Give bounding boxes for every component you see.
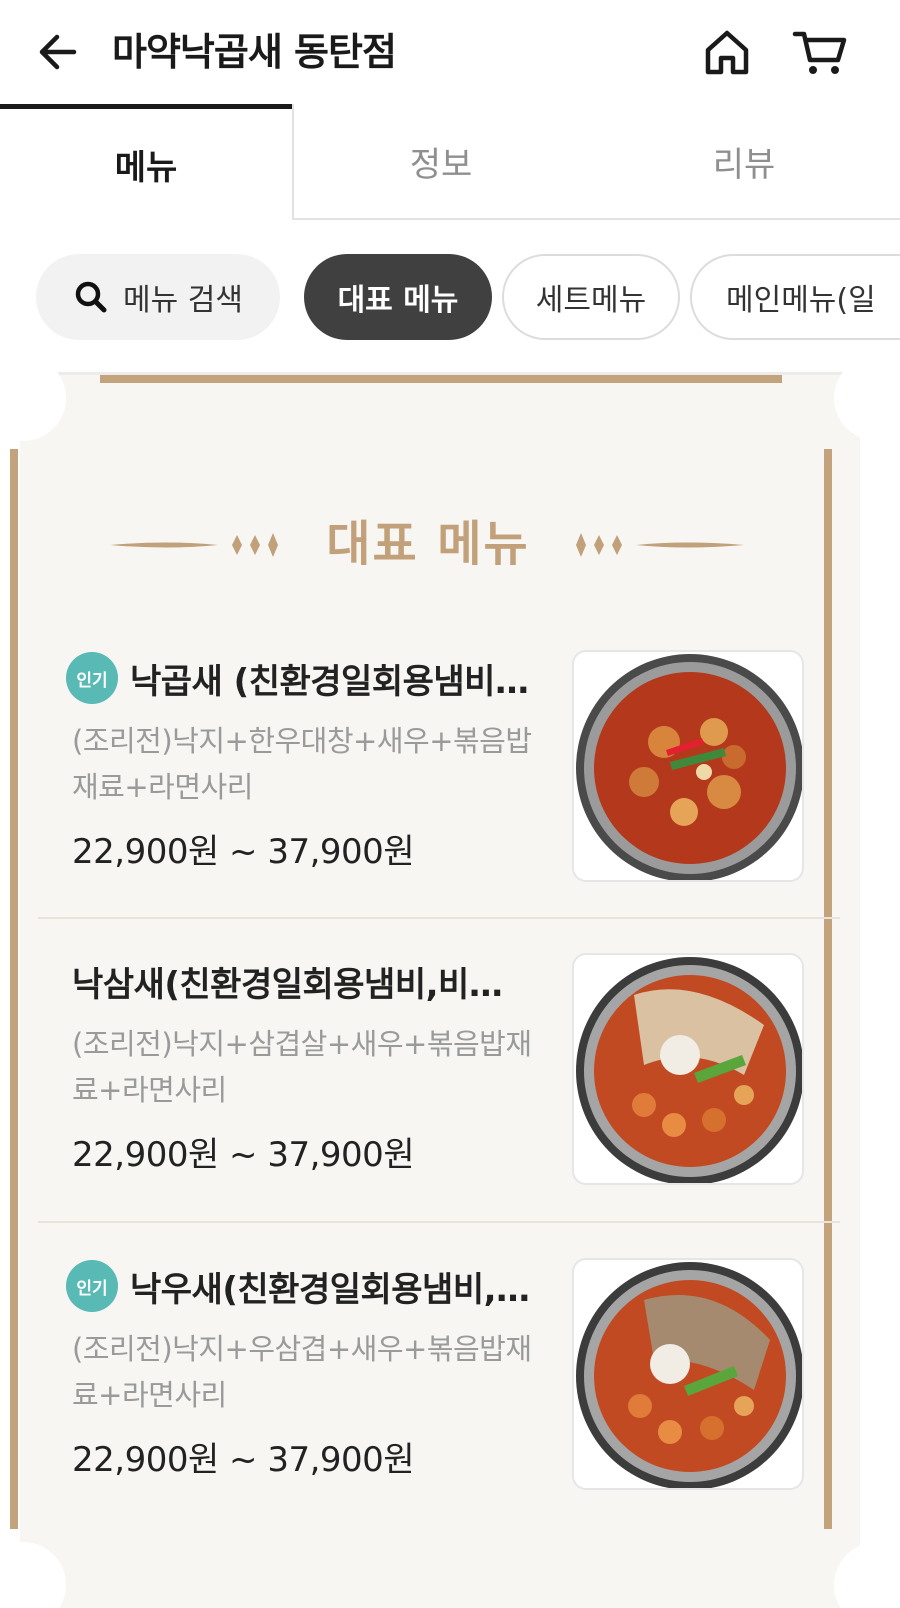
section-title: 대표 메뉴 [326,516,530,572]
dish-photo-icon [576,957,802,1183]
dish-photo-icon [576,1262,802,1488]
menu-item-name: 낙삼새(친환경일회용냄비,비… [72,964,503,1005]
menu-item-name-row: 낙삼새(친환경일회용냄비,비… [66,953,566,1009]
chip-signature-menu[interactable]: 대표 메뉴 [304,254,492,340]
menu-item[interactable]: 인기 낙곱새 (친환경일회용냄비… (조리전)낙지+한우대창+새우+볶음밥재료+… [38,650,840,954]
home-icon [705,30,749,75]
chip-set-menu[interactable]: 세트메뉴 [502,254,680,340]
menu-item-description: (조리전)낙지+한우대창+새우+볶음밥재료+라면사리 [72,724,532,804]
back-button[interactable] [30,24,90,84]
arrow-left-icon [39,34,77,70]
chip-main-menu[interactable]: 메인메뉴(일 [690,254,900,340]
search-icon [73,279,109,315]
home-button[interactable] [700,26,754,80]
ornament-left-icon [110,533,278,557]
tab-menu[interactable]: 메뉴 [0,104,292,220]
menu-item[interactable]: 낙삼새(친환경일회용냄비,비… (조리전)낙지+삼겹살+새우+볶음밥재료+라면사… [38,953,840,1257]
menu-item-name: 낙우새(친환경일회용냄비,… [130,1269,530,1310]
category-chips: 메뉴 검색 대표 메뉴 세트메뉴 메인메뉴(일 [0,254,900,340]
item-separator [38,917,840,919]
cart-button[interactable] [790,26,850,80]
menu-item-description: (조리전)낙지+우삼겹+새우+볶음밥재료+라면사리 [72,1332,532,1412]
cart-icon [792,31,847,74]
menu-item-name: 낙곱새 (친환경일회용냄비… [130,661,529,702]
menu-item-name-row: 인기 낙우새(친환경일회용냄비,… [66,1258,566,1314]
dish-photo-icon [576,654,802,880]
menu-item-photo [572,953,804,1185]
item-separator [38,1221,840,1223]
menu-item-description: (조리전)낙지+삼겹살+새우+볶음밥재료+라면사리 [72,1027,532,1107]
signature-menu-panel: 대표 메뉴 인기 낙곱새 (친환경일회용냄비… (조리전)낙지+한우대창+새우+… [0,355,900,1608]
ornament-right-icon [576,533,744,557]
store-title: 마약낙곱새 동탄점 [112,30,397,74]
menu-item-photo [572,650,804,882]
frame-border-top [100,375,782,383]
app-header: 마약낙곱새 동탄점 [0,0,900,106]
frame-border-left [10,449,18,1529]
menu-item-price: 22,900원 ~ 37,900원 [72,1440,415,1480]
menu-item-price: 22,900원 ~ 37,900원 [72,1135,415,1175]
popular-badge: 인기 [66,652,118,704]
tab-info[interactable]: 정보 [292,104,588,220]
menu-search-button[interactable]: 메뉴 검색 [36,254,280,340]
section-header: 대표 메뉴 [0,505,900,585]
tab-review[interactable]: 리뷰 [588,104,900,220]
menu-item-name-row: 인기 낙곱새 (친환경일회용냄비… [66,650,566,706]
popular-badge: 인기 [66,1260,118,1312]
menu-item-photo [572,1258,804,1490]
menu-item[interactable]: 인기 낙우새(친환경일회용냄비,… (조리전)낙지+우삼겹+새우+볶음밥재료+라… [38,1258,840,1562]
menu-search-label: 메뉴 검색 [123,283,243,318]
tab-bar: 메뉴 정보 리뷰 [0,104,900,220]
menu-item-price: 22,900원 ~ 37,900원 [72,832,415,872]
